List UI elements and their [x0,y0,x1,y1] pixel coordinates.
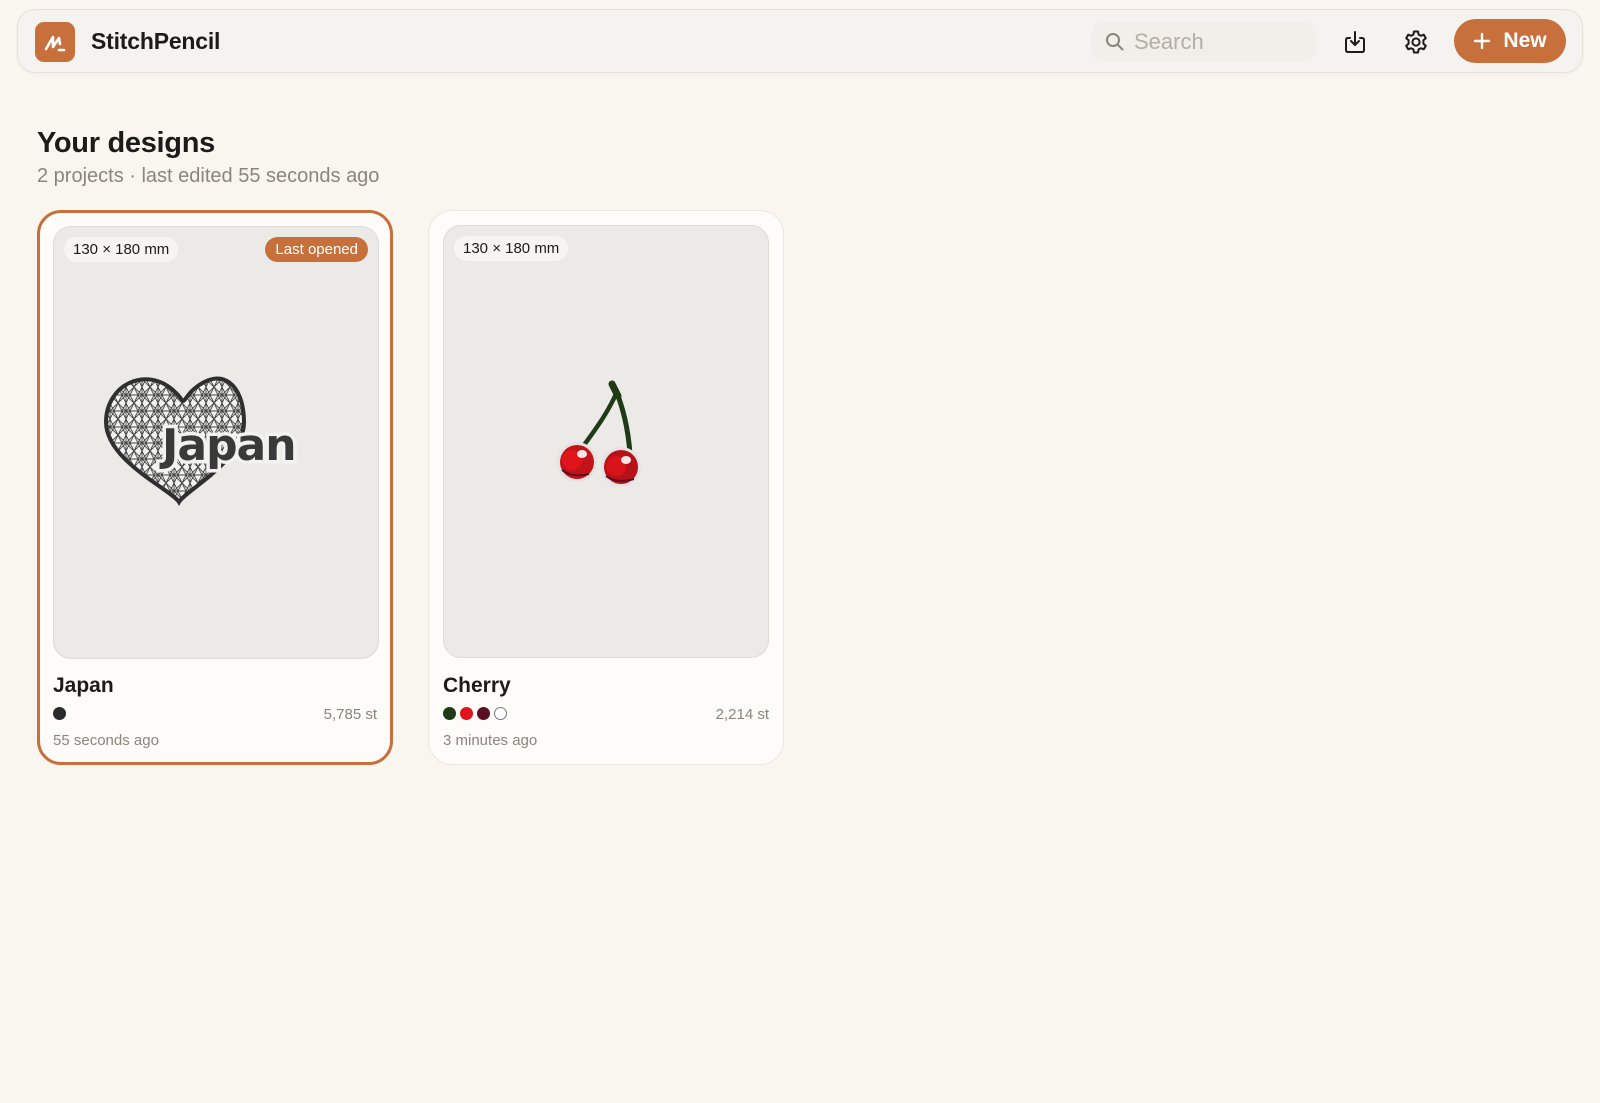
project-thumbnail[interactable]: Japan 130 × 180 mm Last opened [53,226,379,659]
edited-time: 3 minutes ago [443,732,538,749]
project-card-japan[interactable]: Japan 130 × 180 mm Last opened Japan 5,7… [37,210,393,765]
thread-swatches [443,707,507,720]
project-card-cherry[interactable]: 130 × 180 mm Cherry 2,214 st 3 minutes a… [428,210,784,765]
edited-time: 55 seconds ago [53,732,159,749]
size-badge: 130 × 180 mm [454,236,569,261]
thread-swatch [53,707,66,720]
top-bar: StitchPencil New [17,9,1583,73]
stitch-count: 2,214 st [715,706,769,723]
settings-button[interactable] [1398,24,1434,60]
download-icon [1345,31,1365,53]
search-input[interactable] [1134,29,1304,55]
thread-swatches [53,707,66,720]
japan-heart-embroidery-preview: Japan [103,376,300,506]
app-logo[interactable] [35,22,75,62]
thread-swatch [443,707,456,720]
search-box[interactable] [1091,22,1316,62]
import-button[interactable] [1337,24,1373,60]
cherry-embroidery-preview [557,380,641,487]
project-name: Cherry [443,674,511,697]
page-title: Your designs [37,127,215,159]
thread-swatch [477,707,490,720]
thread-swatch [494,707,507,720]
new-button-label: New [1503,29,1547,52]
search-icon [1106,33,1124,51]
plus-icon [1474,32,1491,50]
project-name: Japan [53,674,114,697]
project-thumbnail[interactable]: 130 × 180 mm [443,225,769,658]
last-opened-badge: Last opened [265,237,368,262]
page-subtitle: 2 projects · last edited 55 seconds ago [37,165,380,187]
japan-embroidered-text: Japan [159,420,296,471]
pencil-scribble-icon [44,35,66,52]
app-name: StitchPencil [91,28,221,54]
stitch-count: 5,785 st [323,706,377,723]
new-project-button[interactable]: New [1454,19,1566,63]
gear-icon [1405,30,1427,54]
size-badge: 130 × 180 mm [64,237,179,262]
thread-swatch [460,707,473,720]
